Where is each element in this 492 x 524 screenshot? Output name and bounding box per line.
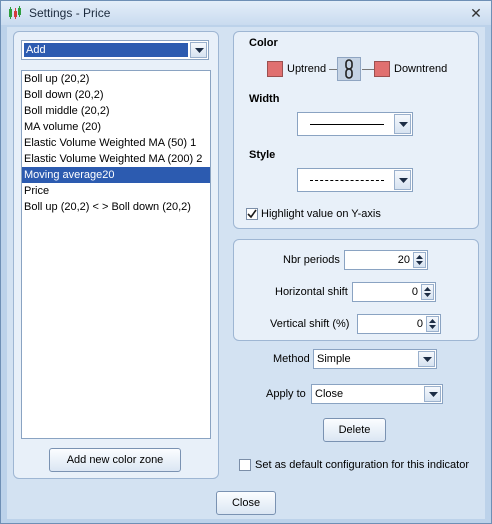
method-value: Simple — [317, 353, 351, 365]
list-item[interactable]: Moving average20 — [22, 167, 210, 183]
highlight-checkbox[interactable] — [246, 208, 258, 220]
apply-to-label: Apply to — [266, 388, 306, 400]
chevron-down-icon[interactable] — [394, 170, 411, 190]
nbr-periods-value: 20 — [397, 254, 410, 266]
chevron-down-icon[interactable] — [424, 386, 441, 402]
downtrend-color-swatch[interactable] — [374, 61, 390, 77]
color-heading: Color — [249, 37, 278, 49]
style-select[interactable] — [297, 168, 413, 192]
default-config-label: Set as default configuration for this in… — [255, 459, 470, 471]
list-item[interactable]: Boll up (20,2) < > Boll down (20,2) — [22, 199, 210, 215]
chevron-down-icon[interactable] — [394, 114, 411, 134]
nbr-periods-spinner[interactable]: 20 — [344, 250, 428, 270]
dashed-line-preview — [310, 180, 384, 181]
link-colors-toggle[interactable] — [337, 57, 361, 81]
vertical-shift-label: Vertical shift (%) — [270, 318, 350, 330]
width-heading: Width — [249, 93, 280, 105]
list-item[interactable]: Boll middle (20,2) — [22, 103, 210, 119]
list-item[interactable]: Price — [22, 183, 210, 199]
default-config-checkbox[interactable] — [239, 459, 251, 471]
apply-to-value: Close — [315, 388, 344, 400]
window-title: Settings - Price — [29, 6, 111, 20]
close-button[interactable]: Close — [216, 491, 276, 515]
delete-button[interactable]: Delete — [323, 418, 386, 442]
method-select[interactable]: Simple — [313, 349, 437, 369]
spinner-arrows-icon[interactable] — [426, 316, 439, 332]
close-window-icon[interactable]: ✕ — [467, 4, 485, 22]
add-indicator-value: Add — [24, 43, 188, 57]
list-item[interactable]: Boll down (20,2) — [22, 87, 210, 103]
list-item[interactable]: Boll up (20,2) — [22, 71, 210, 87]
dialog-body: Add Boll up (20,2) Boll down (20,2) Boll m… — [7, 27, 485, 519]
list-item[interactable]: Elastic Volume Weighted MA (50) 1 — [22, 135, 210, 151]
vertical-shift-spinner[interactable]: 0 — [357, 314, 441, 334]
uptrend-color-swatch[interactable] — [267, 61, 283, 77]
list-item[interactable]: MA volume (20) — [22, 119, 210, 135]
checkmark-icon — [247, 209, 257, 219]
solid-line-preview — [310, 124, 384, 125]
vertical-shift-value: 0 — [416, 318, 423, 330]
list-item[interactable]: Elastic Volume Weighted MA (200) 2 — [22, 151, 210, 167]
spinner-arrows-icon[interactable] — [421, 284, 434, 300]
chevron-down-icon[interactable] — [190, 42, 207, 58]
candlestick-app-icon — [9, 6, 21, 19]
chain-link-icon — [345, 59, 353, 79]
add-indicator-select[interactable]: Add — [21, 40, 209, 60]
chevron-down-icon[interactable] — [418, 351, 435, 367]
spinner-arrows-icon[interactable] — [413, 252, 426, 268]
width-select[interactable] — [297, 112, 413, 136]
settings-window: Settings - Price ✕ Add Boll up (20,2) Bol… — [0, 0, 492, 524]
horizontal-shift-spinner[interactable]: 0 — [352, 282, 436, 302]
apply-to-select[interactable]: Close — [311, 384, 443, 404]
style-heading: Style — [249, 149, 276, 161]
title-bar[interactable]: Settings - Price ✕ — [1, 1, 491, 25]
link-line-left — [329, 69, 337, 70]
horizontal-shift-label: Horizontal shift — [275, 286, 348, 298]
downtrend-label: Downtrend — [394, 63, 448, 75]
horizontal-shift-value: 0 — [411, 286, 418, 298]
add-color-zone-button[interactable]: Add new color zone — [49, 448, 181, 472]
indicator-listbox[interactable]: Boll up (20,2) Boll down (20,2) Boll middl… — [21, 70, 211, 439]
highlight-label: Highlight value on Y-axis — [261, 208, 381, 220]
nbr-periods-label: Nbr periods — [283, 254, 340, 266]
uptrend-label: Uptrend — [287, 63, 327, 75]
link-line-right — [362, 69, 374, 70]
method-label: Method — [273, 353, 310, 365]
